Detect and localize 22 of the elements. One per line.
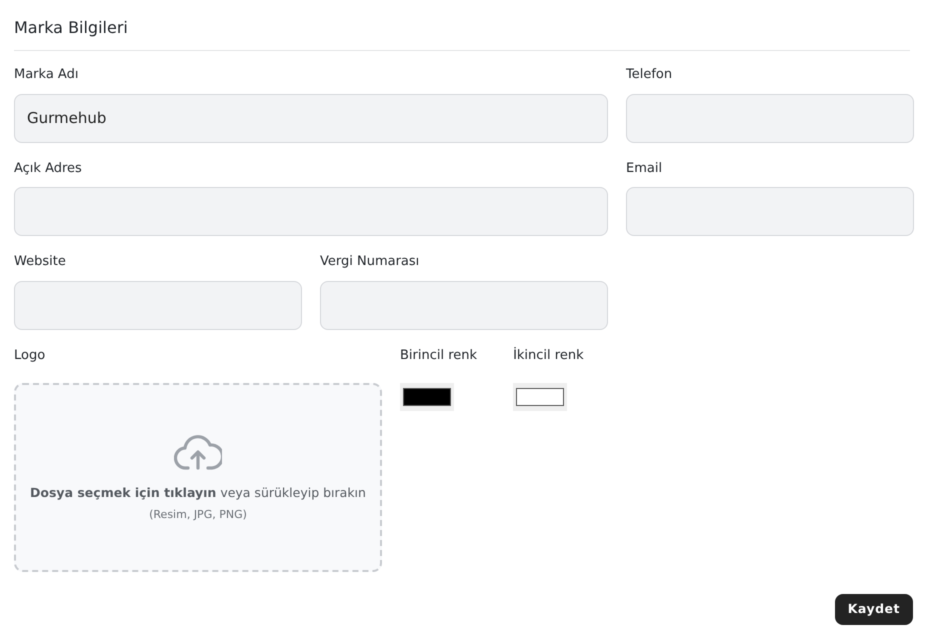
save-button[interactable]: Kaydet <box>834 594 913 625</box>
upload-formats: (Resim, JPG, PNG) <box>149 506 247 523</box>
upload-dropzone[interactable]: Dosya seçmek için tıklayın veya sürükleyip bırakın (Resim, JPG, PNG) <box>14 383 382 572</box>
section-title: Marka Bilgileri <box>14 16 910 51</box>
field-label: Telefon <box>626 66 672 84</box>
input-field[interactable]: Gurmehub <box>14 94 608 142</box>
upload-instruction: Dosya seçmek için tıklayın veya sürükleyip bırakın <box>30 484 366 502</box>
field-label: Email <box>626 160 662 178</box>
input-field[interactable] <box>14 187 608 236</box>
input-field[interactable] <box>626 187 914 236</box>
field-label: Logo <box>14 346 46 364</box>
input-field[interactable] <box>14 280 302 330</box>
field-label: Açık Adres <box>14 160 82 178</box>
input-field[interactable] <box>320 280 608 330</box>
color-picker[interactable] <box>513 383 568 411</box>
field-label: Marka Adı <box>14 66 78 84</box>
field-label: Vergi Numarası <box>320 253 420 271</box>
field-label: Website <box>14 253 66 271</box>
color-label: İkincil renk <box>513 346 584 364</box>
color-picker[interactable] <box>400 383 454 411</box>
input-field[interactable] <box>626 94 914 142</box>
color-label: Birincil renk <box>400 346 478 364</box>
